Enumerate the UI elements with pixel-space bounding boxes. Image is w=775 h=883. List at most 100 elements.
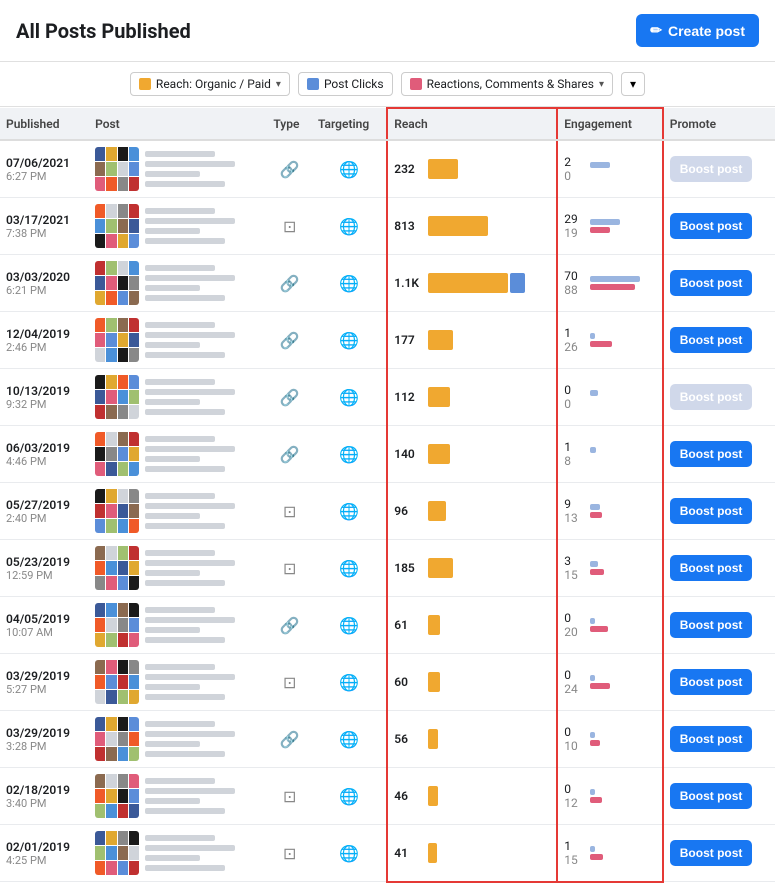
- link-icon: 🔗: [280, 616, 300, 635]
- public-icon: 🌐: [339, 787, 359, 806]
- cell-promote[interactable]: Boost post: [663, 483, 775, 540]
- engagement-top: 1: [564, 440, 586, 454]
- cell-type: 🔗: [267, 140, 312, 198]
- published-time: 2:40 PM: [6, 512, 83, 525]
- boost-post-button[interactable]: Boost post: [670, 498, 753, 524]
- boost-post-button[interactable]: Boost post: [670, 555, 753, 581]
- boost-post-button[interactable]: Boost post: [670, 213, 753, 239]
- post-line: [145, 503, 235, 509]
- post-clicks-filter-chip[interactable]: Post Clicks: [298, 72, 393, 96]
- engagement-bar-reactions: [590, 626, 608, 632]
- cell-promote[interactable]: Boost post: [663, 140, 775, 198]
- cell-promote[interactable]: Boost post: [663, 825, 775, 882]
- post-cell-inner: [95, 774, 261, 818]
- boost-post-button: Boost post: [670, 156, 753, 182]
- boost-post-button[interactable]: Boost post: [670, 783, 753, 809]
- engagement-numbers: 0 10: [564, 725, 586, 753]
- album-icon: ⊡: [283, 217, 296, 236]
- reach-filter-chip[interactable]: Reach: Organic / Paid ▾: [130, 72, 290, 96]
- post-line: [145, 409, 225, 415]
- reach-chevron-icon: ▾: [276, 79, 281, 90]
- cell-promote[interactable]: Boost post: [663, 426, 775, 483]
- cell-post: [89, 312, 267, 369]
- post-line: [145, 845, 235, 851]
- reactions-color-dot: [410, 78, 422, 90]
- published-time: 10:07 AM: [6, 626, 83, 639]
- engagement-bar-reactions: [590, 227, 610, 233]
- cell-targeting: 🌐: [312, 312, 387, 369]
- cell-reach: 41: [387, 825, 557, 882]
- reach-color-dot: [139, 78, 151, 90]
- boost-post-button[interactable]: Boost post: [670, 441, 753, 467]
- reach-cell-inner: 112: [394, 387, 550, 407]
- post-cell-inner: [95, 375, 261, 419]
- reach-bar-organic: [428, 159, 458, 179]
- post-line: [145, 456, 200, 462]
- cell-type: ⊡: [267, 483, 312, 540]
- engagement-bar-clicks: [590, 333, 595, 339]
- cell-promote[interactable]: Boost post: [663, 255, 775, 312]
- cell-promote[interactable]: Boost post: [663, 768, 775, 825]
- cell-engagement: 0 12: [557, 768, 663, 825]
- create-post-button[interactable]: Create post: [636, 14, 759, 47]
- boost-post-button[interactable]: Boost post: [670, 840, 753, 866]
- reactions-chevron-icon: ▾: [599, 79, 604, 90]
- post-thumbnail: [95, 204, 139, 248]
- cell-promote[interactable]: Boost post: [663, 312, 775, 369]
- engagement-bars: [590, 675, 610, 689]
- public-icon: 🌐: [339, 217, 359, 236]
- reach-bar-wrap: [428, 786, 438, 806]
- reach-cell-inner: 185: [394, 558, 550, 578]
- published-date: 10/13/2019: [6, 384, 83, 398]
- cell-type: 🔗: [267, 255, 312, 312]
- cell-targeting: 🌐: [312, 426, 387, 483]
- album-icon: ⊡: [283, 673, 296, 692]
- boost-post-button[interactable]: Boost post: [670, 612, 753, 638]
- cell-promote[interactable]: Boost post: [663, 711, 775, 768]
- engagement-bar-reactions: [590, 797, 602, 803]
- engagement-bar-clicks: [590, 789, 595, 795]
- cell-post: [89, 711, 267, 768]
- boost-post-button[interactable]: Boost post: [670, 327, 753, 353]
- post-thumbnail: [95, 432, 139, 476]
- col-engagement: Engagement: [557, 108, 663, 140]
- post-cell-inner: [95, 261, 261, 305]
- table-row: 12/04/20192:46 PM🔗🌐 177 1 26 Boost post: [0, 312, 775, 369]
- cell-promote[interactable]: Boost post: [663, 198, 775, 255]
- cell-promote[interactable]: Boost post: [663, 654, 775, 711]
- reach-bar-organic: [428, 729, 438, 749]
- post-line: [145, 161, 235, 167]
- engagement-bar-reactions: [590, 284, 635, 290]
- boost-post-button[interactable]: Boost post: [670, 669, 753, 695]
- engagement-top: 70: [564, 269, 586, 283]
- post-line: [145, 275, 235, 281]
- reactions-filter-chip[interactable]: Reactions, Comments & Shares ▾: [401, 72, 613, 96]
- post-line: [145, 865, 225, 871]
- reach-cell-inner: 96: [394, 501, 550, 521]
- post-cell-inner: [95, 546, 261, 590]
- published-time: 6:27 PM: [6, 170, 83, 183]
- filter-more-button[interactable]: ▾: [621, 72, 645, 96]
- filter-bar: Reach: Organic / Paid ▾ Post Clicks Reac…: [0, 62, 775, 107]
- post-cell-inner: [95, 204, 261, 248]
- post-thumbnail: [95, 489, 139, 533]
- boost-post-button[interactable]: Boost post: [670, 270, 753, 296]
- engagement-numbers: 1 15: [564, 839, 586, 867]
- cell-engagement: 70 88: [557, 255, 663, 312]
- table-row: 03/17/20217:38 PM⊡🌐 813 29 19 Boost post: [0, 198, 775, 255]
- reach-number: 96: [394, 504, 424, 518]
- engagement-bottom: 15: [564, 568, 586, 582]
- reach-cell-inner: 813: [394, 216, 550, 236]
- engagement-top: 2: [564, 155, 586, 169]
- post-line: [145, 399, 200, 405]
- cell-targeting: 🌐: [312, 597, 387, 654]
- cell-published: 12/04/20192:46 PM: [0, 312, 89, 369]
- cell-promote[interactable]: Boost post: [663, 540, 775, 597]
- cell-promote[interactable]: Boost post: [663, 597, 775, 654]
- album-icon: ⊡: [283, 559, 296, 578]
- engagement-cell-inner: 70 88: [564, 269, 656, 297]
- post-line: [145, 694, 225, 700]
- boost-post-button[interactable]: Boost post: [670, 726, 753, 752]
- published-date: 05/23/2019: [6, 555, 83, 569]
- cell-promote[interactable]: Boost post: [663, 369, 775, 426]
